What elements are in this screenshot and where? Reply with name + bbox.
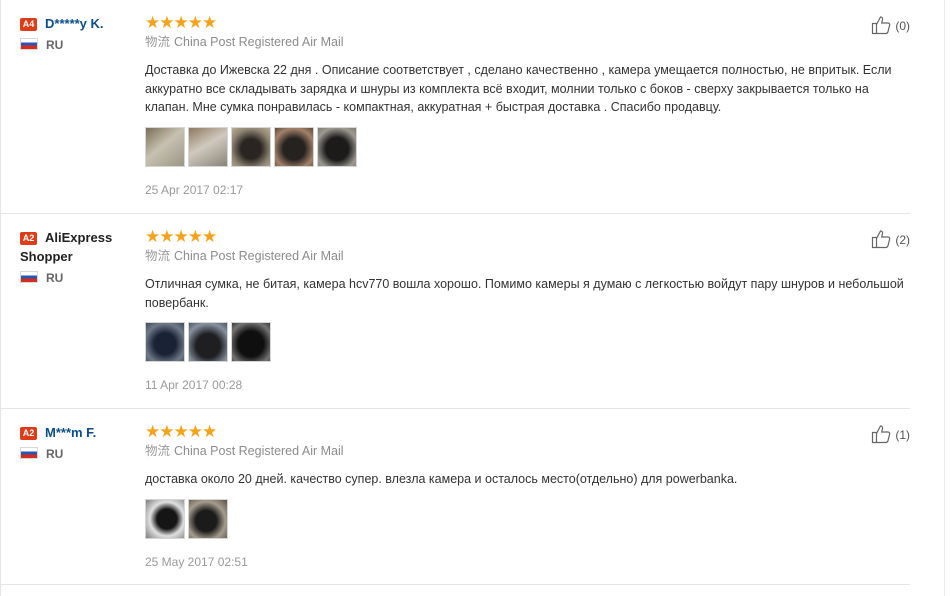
level-badge: A2 (20, 427, 37, 440)
russia-flag-icon (20, 447, 38, 459)
review-photo[interactable] (188, 126, 228, 167)
review-photos (145, 322, 905, 364)
review-photo[interactable] (145, 498, 185, 539)
thumbs-up-icon (872, 16, 891, 35)
review-item: A2 M***m F. RU ★★★★★ 物流 China Post Registe… (0, 409, 910, 585)
review-date: 25 May 2017 02:51 (145, 554, 248, 569)
review-photo[interactable] (188, 322, 228, 362)
review-body: ★★★★★ 物流 China Post Registered Air Mail О… (145, 228, 905, 392)
reviewer-country: RU (20, 271, 140, 285)
review-body: ★★★★★ 物流 China Post Registered Air Mail д… (145, 423, 905, 569)
reviewer-country: RU (20, 38, 140, 52)
shipping-method: 物流 China Post Registered Air Mail (145, 35, 344, 49)
right-scroll-border (944, 0, 945, 596)
shipping-method: 物流 China Post Registered Air Mail (145, 444, 344, 458)
reviewer-name[interactable]: A2 M***m F. (20, 423, 140, 442)
russia-flag-icon (20, 271, 38, 283)
helpful-count: (0) (895, 19, 910, 33)
star-rating: ★★★★★ (145, 422, 217, 441)
russia-flag-icon (20, 38, 38, 50)
reviewer-info: A2 AliExpress Shopper RU (20, 228, 140, 285)
review-date: 25 Apr 2017 02:17 (145, 182, 244, 197)
review-item: A2 AliExpress Shopper RU ★★★★★ 物流 China Po… (0, 214, 910, 409)
review-photo[interactable] (188, 498, 228, 539)
review-text: доставка около 20 дней. качество супер. … (145, 472, 738, 486)
review-photo[interactable] (145, 126, 185, 167)
reviewer-info: A4 D*****y K. RU (20, 14, 140, 52)
reviewer-country: RU (20, 447, 140, 461)
helpful-button[interactable]: (2) (871, 229, 910, 249)
reviewer-name[interactable]: A4 D*****y K. (20, 14, 140, 33)
review-text: Отличная сумка, не битая, камера hcv770 … (145, 277, 904, 310)
review-photo[interactable] (317, 126, 357, 167)
star-rating: ★★★★★ (145, 13, 217, 32)
shipping-method: 物流 China Post Registered Air Mail (145, 249, 344, 263)
shipping-label: 物流 (145, 444, 171, 458)
review-photos (145, 498, 905, 541)
level-badge: A2 (20, 232, 37, 245)
helpful-count: (2) (895, 233, 910, 247)
review-photo[interactable] (274, 126, 314, 167)
reviewer-info: A2 M***m F. RU (20, 423, 140, 461)
helpful-button[interactable]: (1) (871, 424, 910, 444)
review-item: A4 D*****y K. RU ★★★★★ 物流 China Post Regis… (0, 0, 910, 214)
shipping-label: 物流 (145, 249, 171, 263)
reviewer-name[interactable]: A2 AliExpress (20, 228, 140, 247)
review-photos (145, 126, 905, 169)
review-photo[interactable] (145, 322, 185, 362)
star-rating: ★★★★★ (145, 227, 217, 246)
review-text: Доставка до Ижевска 22 дня . Описание со… (145, 63, 892, 114)
shipping-label: 物流 (145, 35, 171, 49)
level-badge: A4 (20, 18, 37, 31)
review-body: ★★★★★ 物流 China Post Registered Air Mail Д… (145, 14, 905, 197)
helpful-count: (1) (895, 428, 910, 442)
thumbs-up-icon (872, 425, 891, 444)
reviewer-name-line-2: Shopper (20, 249, 73, 264)
review-date: 11 Apr 2017 00:28 (145, 378, 243, 392)
review-photo[interactable] (231, 126, 271, 167)
review-photo[interactable] (231, 322, 271, 362)
helpful-button[interactable]: (0) (871, 15, 910, 35)
thumbs-up-icon (872, 230, 891, 249)
